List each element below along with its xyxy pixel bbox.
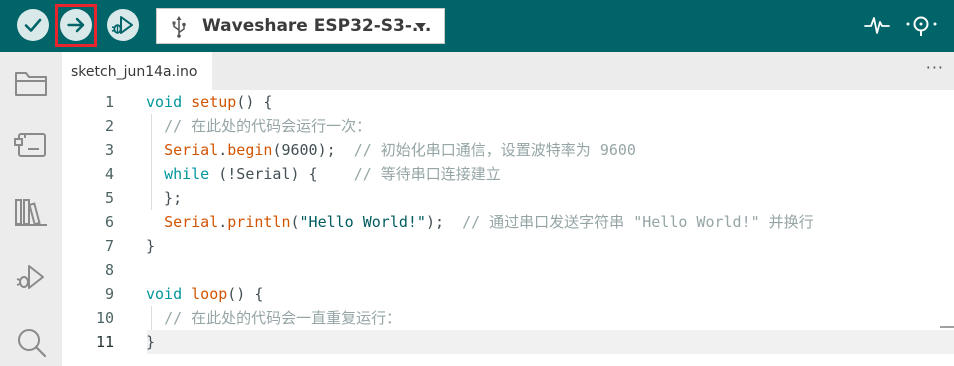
code-token: Serial — [164, 213, 219, 231]
code-line: Serial.println("Hello World!"); // 通过串口发… — [146, 210, 814, 234]
line-number: 3 — [104, 141, 114, 159]
debug-play-icon — [111, 16, 133, 34]
code-token: "Hello World!" — [299, 213, 426, 231]
code-token: Serial — [164, 141, 219, 159]
folder-icon[interactable] — [14, 68, 48, 98]
code-token: loop — [191, 285, 228, 303]
line-number: 11 — [95, 333, 114, 351]
code-token: // 初始化串口通信，设置波特率为 9600 — [353, 141, 636, 159]
code-editor[interactable]: 1 void setup() {2 // 在此处的代码会运行一次： 3 Serial… — [62, 90, 954, 366]
code-line: } — [146, 330, 155, 354]
line-number: 7 — [104, 237, 114, 255]
code-line: void loop() { — [146, 282, 263, 306]
code-token: (9600); — [272, 141, 354, 159]
code-line: // 在此处的代码会一直重复运行： — [146, 306, 401, 330]
line-number: 8 — [104, 261, 114, 279]
search-icon[interactable] — [14, 326, 48, 360]
code-token: (!Serial) { — [209, 165, 354, 183]
code-line: // 在此处的代码会运行一次： — [146, 114, 371, 138]
code-token: begin — [227, 141, 273, 159]
board-label: Waveshare ESP32-S3-... — [202, 16, 432, 36]
usb-icon — [172, 16, 186, 38]
code-token: while — [164, 165, 210, 183]
line-number: 10 — [95, 309, 114, 327]
debug-button[interactable] — [107, 9, 139, 41]
library-icon[interactable] — [14, 196, 48, 228]
line-number: 1 — [104, 93, 114, 111]
code-token: // 在此处的代码会一直重复运行： — [164, 309, 402, 327]
code-line: } — [146, 234, 155, 258]
code-token: // 等待串口连接建立 — [353, 165, 501, 183]
code-token: } — [146, 237, 156, 255]
code-token: () { — [236, 93, 273, 111]
debug-icon[interactable] — [14, 260, 48, 294]
current-line-highlight — [147, 330, 954, 354]
code-token: void — [146, 93, 183, 111]
tab-bar: sketch_jun14a.ino ··· — [62, 52, 954, 90]
pulse-icon[interactable] — [864, 12, 890, 38]
code-line: void setup() { — [146, 90, 272, 114]
verify-button[interactable] — [17, 9, 49, 41]
board-selector[interactable]: Waveshare ESP32-S3-... — [156, 8, 445, 44]
magnifier-icon[interactable] — [905, 12, 939, 38]
line-number: 5 — [104, 189, 114, 207]
code-token: }; — [146, 189, 183, 207]
code-line: Serial.begin(9600); // 初始化串口通信，设置波特率为 96… — [146, 138, 636, 162]
check-icon — [24, 18, 42, 32]
code-token: void — [146, 285, 183, 303]
code-token: // 在此处的代码会运行一次： — [164, 117, 372, 135]
sidebar — [0, 52, 62, 366]
toolbar: Waveshare ESP32-S3-... — [0, 0, 954, 52]
code-token: ); — [425, 213, 463, 231]
code-token: println — [227, 213, 291, 231]
code-token: ( — [290, 213, 300, 231]
line-number: 2 — [104, 117, 114, 135]
more-options-icon[interactable]: ··· — [926, 58, 944, 77]
code-token: . — [218, 141, 228, 159]
board-manager-icon[interactable] — [14, 130, 48, 160]
line-number: 9 — [104, 285, 114, 303]
chevron-down-icon — [415, 23, 426, 30]
line-number: 4 — [104, 165, 114, 183]
code-line: while (!Serial) { // 等待串口连接建立 — [146, 162, 501, 186]
scrollbar-marker[interactable] — [940, 326, 954, 328]
tab-sketch[interactable]: sketch_jun14a.ino — [62, 52, 212, 90]
code-token: setup — [191, 93, 237, 111]
tab-label: sketch_jun14a.ino — [71, 64, 198, 80]
code-token: } — [146, 333, 156, 351]
line-number: 6 — [104, 213, 114, 231]
code-token: () { — [227, 285, 264, 303]
code-token: . — [218, 213, 228, 231]
code-token: // 通过串口发送字符串 "Hello World!" 并换行 — [462, 213, 814, 231]
upload-button-highlight — [55, 4, 97, 47]
code-line: }; — [146, 186, 182, 210]
